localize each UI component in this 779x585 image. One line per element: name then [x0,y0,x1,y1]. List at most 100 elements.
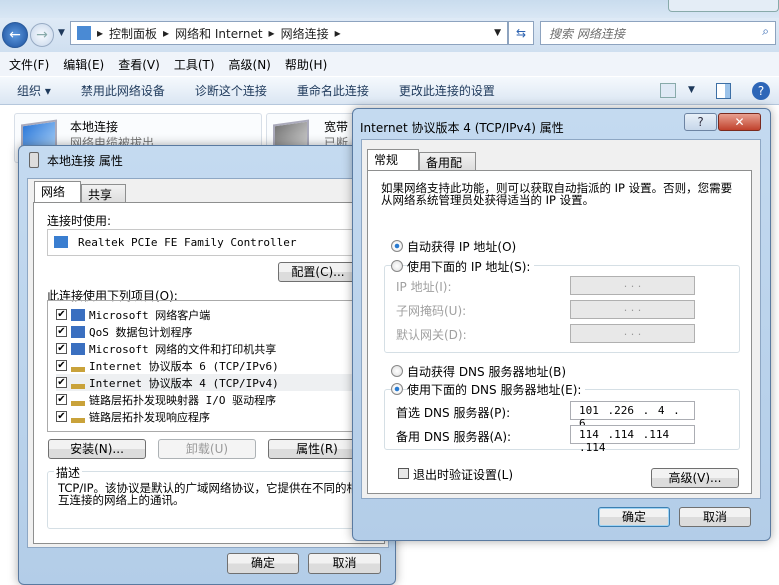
view-options-icon[interactable] [660,83,676,98]
auto-dns-label: 自动获得 DNS 服务器地址(B) [407,365,567,379]
view-dropdown-icon[interactable]: ▼ [688,85,695,95]
breadcrumb-network-connections[interactable]: 网络连接 [281,25,329,42]
description-label: 描述 [54,464,83,481]
component-checkbox[interactable]: ✔ [56,309,67,320]
tab-sharing[interactable]: 共享 [81,184,126,203]
component-label: Microsoft 网络客户端 [89,308,211,322]
computer-icon [71,325,85,338]
components-list: ✔ Microsoft 网络客户端 ✔ QoS 数据包计划程序 ✔ Microsoft 网… [47,300,372,432]
breadcrumb-network-internet[interactable]: 网络和 Internet [175,25,262,42]
cancel-button[interactable]: 取消 [308,553,381,574]
component-checkbox[interactable]: ✔ [56,377,67,388]
component-item[interactable]: ✔ Microsoft 网络客户端 [56,306,363,323]
component-checkbox[interactable]: ✔ [56,411,67,422]
network-plug-icon [29,152,39,168]
ipv4-properties-dialog: Internet 协议版本 4 (TCP/IPv4) 属性 ? ✕ 常规 备用配… [352,108,771,541]
protocol-icon [71,393,85,406]
dialog-body: 常规 备用配置 如果网络支持此功能，则可以获取自动指派的 IP 设置。否则，您需… [361,139,761,499]
address-dropdown-icon[interactable]: ▼ [494,28,501,38]
preferred-dns-field[interactable]: 101 .226 . 4 . 6 [570,401,695,430]
menu-tools[interactable]: 工具(T) [174,56,215,73]
manual-dns-radio[interactable] [391,383,403,395]
window-controls[interactable] [668,0,779,12]
component-item[interactable]: ✔ 链路层拓扑发现响应程序 [56,408,363,425]
menu-edit[interactable]: 编辑(E) [63,56,104,73]
uninstall-button[interactable]: 卸载(U) [158,439,256,459]
rename-button[interactable]: 重命名此连接 [297,82,369,99]
close-button[interactable]: ✕ [718,113,761,131]
manual-dns-label: 使用下面的 DNS 服务器地址(E): [407,381,586,398]
connection-name: 本地连接 [70,120,119,134]
component-checkbox[interactable]: ✔ [56,326,67,337]
protocol-icon [71,376,85,389]
menu-view[interactable]: 查看(V) [118,56,160,73]
auto-dns-radio[interactable] [391,365,403,377]
component-item[interactable]: ✔ Internet 协议版本 6 (TCP/IPv6) [56,357,363,374]
cancel-button[interactable]: 取消 [679,507,751,527]
component-label: QoS 数据包计划程序 [89,325,193,339]
validate-checkbox[interactable] [398,468,409,479]
menu-bar: 文件(F) 编辑(E) 查看(V) 工具(T) 高级(N) 帮助(H) [0,52,779,76]
component-label: 链路层拓扑发现映射器 I/O 驱动程序 [89,393,277,407]
tab-panel: 连接时使用: Realtek PCIe FE Family Controller… [33,202,385,544]
component-item[interactable]: ✔ 链路层拓扑发现映射器 I/O 驱动程序 [56,391,363,408]
intro-text: 如果网络支持此功能，则可以获取自动指派的 IP 设置。否则，您需要从网络系统管理… [381,181,733,207]
tab-alternate-config[interactable]: 备用配置 [419,152,476,187]
taskbar-blur [0,0,779,20]
tab-panel: 如果网络支持此功能，则可以获取自动指派的 IP 设置。否则，您需要从网络系统管理… [367,170,752,494]
menu-advanced[interactable]: 高级(N) [229,56,271,73]
alternate-dns-label: 备用 DNS 服务器(A): [396,430,512,444]
manual-ip-radio[interactable] [391,260,403,272]
ip-address-label: IP 地址(I): [396,280,452,294]
auto-ip-radio[interactable] [391,240,403,252]
ip-address-field[interactable]: . . . [570,276,695,295]
organize-button[interactable]: 组织 ▾ [17,82,51,99]
address-bar[interactable]: ▸ 控制面板 ▸ 网络和 Internet ▸ 网络连接 ▸ ▼ [70,21,508,45]
gateway-field[interactable]: . . . [570,324,695,343]
protocol-icon [71,410,85,423]
alternate-dns-field[interactable]: 114 .114 .114 .114 [570,425,695,454]
component-item[interactable]: ✔ Internet 协议版本 4 (TCP/IPv4) [56,374,363,391]
description-text: TCP/IP。该协议是默认的广域网络协议，它提供在不同的相互连接的网络上的通讯。 [58,481,359,507]
refresh-button[interactable]: ⇆ [508,21,534,45]
tab-network[interactable]: 网络 [34,181,81,203]
back-button[interactable]: ← [2,22,28,48]
component-checkbox[interactable]: ✔ [56,343,67,354]
ok-button[interactable]: 确定 [598,507,670,527]
subnet-mask-field[interactable]: . . . [570,300,695,319]
component-checkbox[interactable]: ✔ [56,360,67,371]
search-input[interactable]: 搜索 网络连接 ⌕ [540,21,776,45]
auto-ip-label: 自动获得 IP 地址(O) [407,240,517,254]
configure-button[interactable]: 配置(C)... [278,262,358,282]
protocol-icon [71,359,85,372]
component-label: Internet 协议版本 4 (TCP/IPv4) [89,376,279,390]
connect-using-label: 连接时使用: [47,214,112,228]
forward-button[interactable]: → [30,23,54,47]
connection-name: 宽带 [324,120,349,134]
gateway-label: 默认网关(D): [396,328,467,342]
dialog-body: 网络 共享 连接时使用: Realtek PCIe FE Family Cont… [27,178,389,548]
component-checkbox[interactable]: ✔ [56,394,67,405]
install-button[interactable]: 安装(N)... [48,439,146,459]
dialog-title: 本地连接 属性 [47,154,123,168]
adapter-name: Realtek PCIe FE Family Controller [78,236,297,249]
component-item[interactable]: ✔ Microsoft 网络的文件和打印机共享 [56,340,363,357]
computer-icon [71,342,85,355]
history-dropdown-icon[interactable]: ▼ [58,28,65,38]
disable-device-button[interactable]: 禁用此网络设备 [81,82,165,99]
manual-ip-label: 使用下面的 IP 地址(S): [407,258,535,275]
change-settings-button[interactable]: 更改此连接的设置 [399,82,495,99]
advanced-button[interactable]: 高级(V)... [651,468,739,488]
breadcrumb-control-panel[interactable]: 控制面板 [109,25,157,42]
menu-help[interactable]: 帮助(H) [285,56,327,73]
tab-general[interactable]: 常规 [367,149,419,171]
component-label: 链路层拓扑发现响应程序 [89,410,210,424]
component-item[interactable]: ✔ QoS 数据包计划程序 [56,323,363,340]
help-icon[interactable]: ? [752,82,770,100]
ok-button[interactable]: 确定 [227,553,299,574]
menu-file[interactable]: 文件(F) [9,56,49,73]
preview-pane-icon[interactable] [716,83,731,99]
adapter-box: Realtek PCIe FE Family Controller [47,229,372,256]
diagnose-button[interactable]: 诊断这个连接 [195,82,267,99]
help-button[interactable]: ? [684,113,717,131]
